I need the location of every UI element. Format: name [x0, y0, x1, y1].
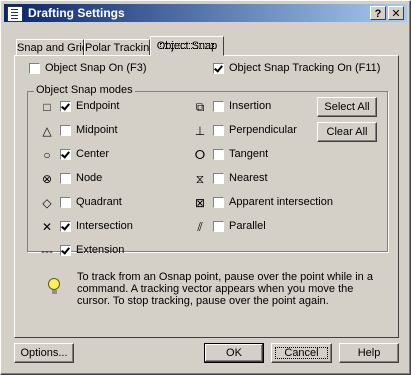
snap-mode-label: Center — [76, 148, 110, 160]
snap-mode-checkbox[interactable] — [60, 173, 71, 184]
object-snap-modes-title: Object Snap modes — [34, 84, 135, 96]
tab-object-snap[interactable]: Object Snap — [150, 36, 224, 56]
snap-mode-label: Tangent — [229, 148, 269, 160]
help-icon[interactable]: ? — [370, 6, 386, 20]
tab-object-snap-label: Object Snap — [156, 40, 218, 52]
tab-snap-and-grid[interactable]: Snap and Grid — [16, 39, 88, 56]
snap-mode-label: Quadrant — [76, 196, 122, 208]
snap-marker-icon: ✕ — [41, 220, 53, 234]
help-button[interactable]: Help — [339, 343, 399, 363]
snap-marker-icon: ⊗ — [41, 172, 53, 186]
snap-mode-checkbox[interactable] — [213, 197, 224, 208]
snap-marker-icon: ⊠ — [194, 196, 206, 210]
tracking-on-checkbox[interactable] — [213, 63, 224, 74]
snap-mode-label: Endpoint — [76, 100, 120, 112]
snap-mode-checkbox[interactable] — [213, 221, 224, 232]
options-button[interactable]: Options... — [14, 343, 74, 363]
select-all-button[interactable]: Select All — [317, 97, 377, 117]
snap-mode-checkbox[interactable] — [60, 149, 71, 160]
snap-mode-label: Nearest — [229, 172, 268, 184]
snap-marker-icon: ⫽ — [197, 220, 203, 234]
snap-marker-icon: ⧖ — [195, 172, 205, 186]
tab-polar-tracking[interactable]: Polar Tracking — [84, 39, 155, 56]
snap-marker-icon: ⵔ — [194, 148, 206, 162]
osnap-on-checkbox[interactable] — [29, 63, 40, 74]
snap-marker-icon: □ — [43, 100, 51, 114]
snap-marker-icon: ⊥ — [194, 124, 206, 138]
app-icon — [7, 6, 23, 22]
snap-mode-label: Extension — [76, 244, 125, 256]
snap-mode-label: Intersection — [76, 220, 133, 232]
clear-all-button[interactable]: Clear All — [317, 122, 377, 142]
window-title: Drafting Settings — [28, 6, 125, 20]
snap-mode-label: Parallel — [229, 220, 266, 232]
snap-marker-icon: --- — [41, 244, 53, 258]
snap-marker-icon: ○ — [43, 148, 51, 162]
ok-button[interactable]: OK — [204, 343, 264, 363]
snap-marker-icon: ◇ — [42, 196, 52, 210]
snap-mode-checkbox[interactable] — [213, 125, 224, 136]
snap-mode-checkbox[interactable] — [60, 197, 71, 208]
osnap-on-label: Object Snap On (F3) — [45, 62, 147, 74]
tracking-on-label: Object Snap Tracking On (F11) — [229, 62, 381, 74]
snap-mode-checkbox[interactable] — [60, 125, 71, 136]
close-icon[interactable]: ✕ — [388, 6, 404, 20]
snap-mode-checkbox[interactable] — [213, 101, 224, 112]
snap-mode-checkbox[interactable] — [213, 149, 224, 160]
snap-mode-checkbox[interactable] — [60, 245, 71, 256]
snap-mode-label: Midpoint — [76, 124, 118, 136]
snap-mode-checkbox[interactable] — [60, 101, 71, 112]
snap-mode-checkbox[interactable] — [213, 173, 224, 184]
cancel-button[interactable]: Cancel — [271, 343, 332, 363]
snap-mode-label: Apparent intersection — [229, 196, 333, 208]
lightbulb-icon — [48, 278, 60, 294]
drafting-settings-dialog: Drafting Settings ? ✕ Snap and Grid Pola… — [0, 0, 411, 375]
snap-mode-checkbox[interactable] — [60, 221, 71, 232]
snap-mode-label: Insertion — [229, 100, 272, 112]
snap-marker-icon: ⧉ — [195, 100, 205, 114]
tracking-help-text: To track from an Osnap point, pause over… — [77, 271, 373, 307]
snap-mode-label: Node — [76, 172, 103, 184]
snap-mode-label: Perpendicular — [229, 124, 297, 136]
snap-marker-icon: △ — [42, 124, 52, 138]
title-bar[interactable]: Drafting Settings ? ✕ — [4, 4, 407, 22]
